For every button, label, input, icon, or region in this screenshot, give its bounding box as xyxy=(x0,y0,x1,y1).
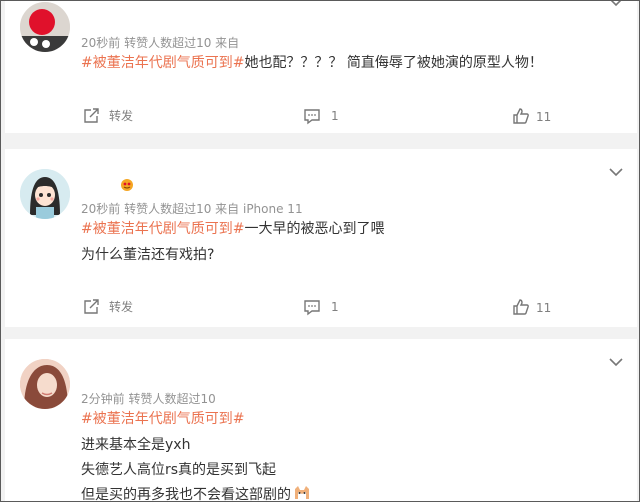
comment-icon[interactable] xyxy=(303,298,321,316)
comment-line-1: #被董洁年代剧气质可到#她也配？？？？ 简直侮辱了被她演的原型人物！ xyxy=(81,53,543,73)
share-label[interactable]: 转发 xyxy=(109,299,133,315)
share-icon[interactable] xyxy=(82,298,100,316)
comment-line-2: 为什么董洁还有戏拍? xyxy=(81,247,215,263)
comment-line-3: 但是买的再多我也不会看这部剧的 xyxy=(81,485,311,502)
topic-tag[interactable]: #被董洁年代剧气质可到# xyxy=(81,55,244,71)
comment-line-1: #被董洁年代剧气质可到#一大早的被恶心到了喂 xyxy=(81,219,384,239)
chevron-down-icon[interactable] xyxy=(608,167,624,177)
comment-count[interactable]: 1 xyxy=(331,108,339,124)
topic-tag[interactable]: #被董洁年代剧气质可到# xyxy=(81,221,244,237)
comment-text: 她也配？？？？ 简直侮辱了被她演的原型人物！ xyxy=(244,55,543,71)
comment-text: 但是买的再多我也不会看这部剧的 xyxy=(81,487,291,502)
chevron-down-icon[interactable] xyxy=(608,357,624,367)
comment-text: 一大早的被恶心到了喂 xyxy=(244,221,385,237)
member-badge-icon xyxy=(121,179,133,191)
comment-count[interactable]: 1 xyxy=(331,299,339,315)
like-count[interactable]: 11 xyxy=(536,300,551,316)
comment-card-2: 20秒前 转赞人数超过10 来自 iPhone 11 #被董洁年代剧气质可到#一… xyxy=(5,149,637,327)
like-icon[interactable] xyxy=(512,107,530,125)
comment-line-2: 失德艺人高位rs真的是买到飞起 xyxy=(81,462,277,478)
user-avatar[interactable] xyxy=(20,2,70,52)
like-icon[interactable] xyxy=(512,298,530,316)
share-label[interactable]: 转发 xyxy=(109,108,133,124)
weibo-comment-feed: 20秒前 转赞人数超过10 来自 #被董洁年代剧气质可到#她也配？？？？ 简直侮… xyxy=(0,0,640,502)
user-avatar[interactable] xyxy=(20,359,70,409)
cat-emoji-icon xyxy=(295,486,309,499)
comment-icon[interactable] xyxy=(303,107,321,125)
share-icon[interactable] xyxy=(82,107,100,125)
chevron-down-icon[interactable] xyxy=(608,0,624,7)
like-count[interactable]: 11 xyxy=(536,109,551,125)
comment-meta: 2分钟前 转赞人数超过10 xyxy=(81,392,216,406)
topic-tag[interactable]: #被董洁年代剧气质可到# xyxy=(81,409,244,429)
comment-meta: 20秒前 转赞人数超过10 来自 iPhone 11 xyxy=(81,202,303,216)
comment-card-3: 2分钟前 转赞人数超过10 #被董洁年代剧气质可到# 进来基本全是yxh 失德艺… xyxy=(5,339,637,502)
comment-meta: 20秒前 转赞人数超过10 来自 xyxy=(81,36,240,50)
comment-line-1: 进来基本全是yxh xyxy=(81,437,191,453)
comment-card-1: 20秒前 转赞人数超过10 来自 #被董洁年代剧气质可到#她也配？？？？ 简直侮… xyxy=(5,1,637,133)
user-avatar[interactable] xyxy=(20,169,70,219)
